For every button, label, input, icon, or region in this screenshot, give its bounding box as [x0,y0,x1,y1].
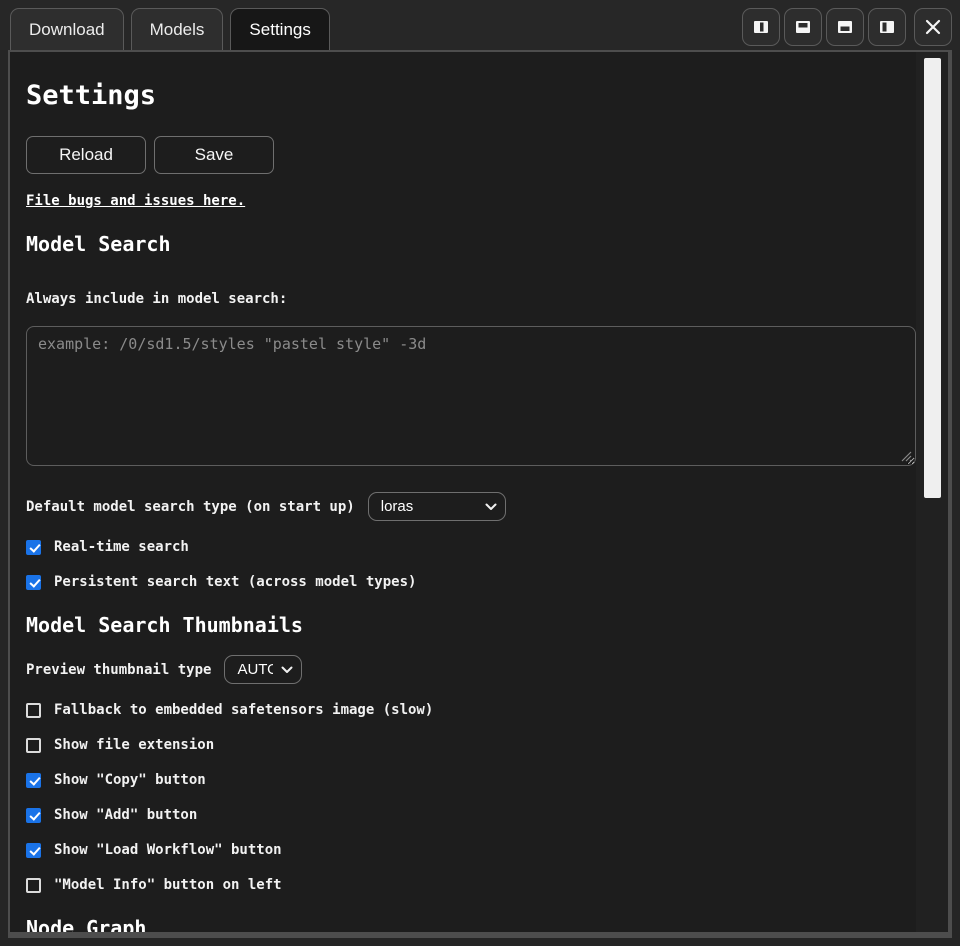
checkbox-label: Show "Load Workflow" button [54,842,282,858]
tab-download-label: Download [29,20,105,40]
close-icon [923,17,943,37]
split-vertical-icon [751,17,771,37]
always-include-textarea[interactable] [26,326,916,466]
default-search-type-select-wrap: loras [368,492,506,521]
checkbox-row-model-info-button-left[interactable]: "Model Info" button on left [26,876,916,894]
dock-top-button[interactable] [784,8,822,46]
always-include-label: Always include in model search: [26,290,916,308]
default-search-type-select[interactable]: loras [368,492,506,521]
checkbox-row-fallback-safetensors[interactable]: Fallback to embedded safetensors image (… [26,701,916,719]
tab-download[interactable]: Download [10,8,124,50]
persistent-search-text-checkbox[interactable] [26,575,41,590]
preview-thumbnail-type-select[interactable]: AUTO [224,655,302,684]
close-button[interactable] [914,8,952,46]
checkbox-row-persistent-search-text[interactable]: Persistent search text (across model typ… [26,573,916,591]
preview-thumbnail-type-label: Preview thumbnail type [26,661,211,679]
action-button-row: Reload Save [26,136,916,174]
dock-bottom-button[interactable] [826,8,864,46]
checkbox-label: Show "Add" button [54,807,197,823]
tab-settings-label: Settings [249,20,310,40]
reload-button[interactable]: Reload [26,136,146,174]
checkbox-row-show-load-workflow-button[interactable]: Show "Load Workflow" button [26,841,916,859]
dock-top-icon [793,17,813,37]
checkbox-row-show-file-extension[interactable]: Show file extension [26,736,916,754]
window-toolbar [742,8,952,46]
checkbox-label: Show "Copy" button [54,772,206,788]
dock-left-button[interactable] [868,8,906,46]
fallback-safetensors-checkbox[interactable] [26,703,41,718]
model-info-left-checkbox[interactable] [26,878,41,893]
preview-thumbnail-type-select-wrap: AUTO [224,655,302,684]
show-load-workflow-checkbox[interactable] [26,843,41,858]
always-include-field-wrap [26,308,916,471]
dock-bottom-icon [835,17,855,37]
checkbox-label: Real-time search [54,539,189,555]
node-graph-heading: Node Graph [26,914,916,932]
tab-settings[interactable]: Settings [230,8,329,50]
realtime-search-checkbox[interactable] [26,540,41,555]
scrollbar-thumb[interactable] [924,58,941,498]
checkbox-label: Fallback to embedded safetensors image (… [54,702,433,718]
thumbnails-heading: Model Search Thumbnails [26,611,916,639]
split-vertical-button[interactable] [742,8,780,46]
default-search-type-label: Default model search type (on start up) [26,498,355,516]
checkbox-label: Show file extension [54,737,214,753]
preview-thumbnail-type-row: Preview thumbnail type AUTO [26,655,916,684]
checkbox-row-show-copy-button[interactable]: Show "Copy" button [26,771,916,789]
show-copy-button-checkbox[interactable] [26,773,41,788]
save-button[interactable]: Save [154,136,274,174]
dock-left-icon [877,17,897,37]
default-search-type-row: Default model search type (on start up) … [26,492,916,521]
checkbox-row-show-add-button[interactable]: Show "Add" button [26,806,916,824]
file-bugs-link[interactable]: File bugs and issues here. [26,192,245,210]
model-search-heading: Model Search [26,230,916,258]
show-file-extension-checkbox[interactable] [26,738,41,753]
settings-content: Settings Reload Save File bugs and issue… [10,52,916,932]
tab-models-label: Models [150,20,205,40]
scrollbar-track[interactable] [916,52,948,932]
checkbox-label: "Model Info" button on left [54,877,282,893]
settings-panel: Settings Reload Save File bugs and issue… [8,50,952,938]
page-title: Settings [26,78,916,114]
tab-models[interactable]: Models [131,8,224,50]
checkbox-label: Persistent search text (across model typ… [54,574,416,590]
checkbox-row-realtime-search[interactable]: Real-time search [26,538,916,556]
show-add-button-checkbox[interactable] [26,808,41,823]
